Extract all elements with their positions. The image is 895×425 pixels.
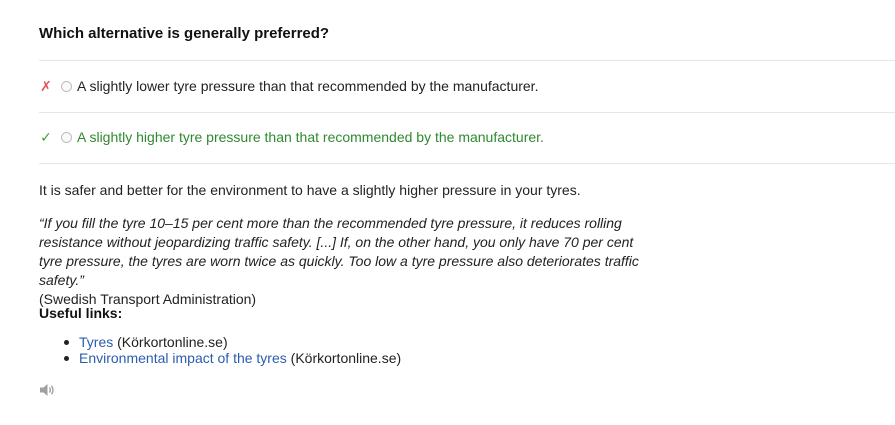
link-source: (Körkortonline.se)	[286, 350, 402, 366]
divider	[39, 112, 895, 113]
answer-option-2[interactable]: ✓ A slightly higher tyre pressure than t…	[39, 126, 544, 148]
question-title: Which alternative is generally preferred…	[39, 25, 330, 42]
tyres-link[interactable]: Tyres	[79, 334, 113, 350]
answer-text: A slightly higher tyre pressure than tha…	[77, 129, 544, 145]
answer-text: A slightly lower tyre pressure than that…	[77, 78, 539, 94]
useful-links-heading: Useful links:	[39, 305, 123, 321]
check-icon: ✓	[40, 128, 52, 145]
quote-text: “If you fill the tyre 10–15 per cent mor…	[39, 215, 639, 288]
radio-button[interactable]	[61, 80, 72, 92]
answer-option-1[interactable]: ✗ A slightly lower tyre pressure than th…	[39, 75, 538, 97]
list-item: Tyres (Körkortonline.se)	[63, 334, 401, 350]
explanation-text: It is safer and better for the environme…	[39, 182, 581, 198]
divider	[39, 163, 895, 164]
quote-block: “If you fill the tyre 10–15 per cent mor…	[39, 214, 659, 309]
divider	[39, 60, 895, 61]
link-source: (Körkortonline.se)	[113, 334, 228, 350]
list-item: Environmental impact of the tyres (Körko…	[63, 350, 401, 366]
useful-links-list: Tyres (Körkortonline.se) Environmental i…	[63, 334, 401, 366]
radio-button[interactable]	[61, 131, 72, 143]
speaker-icon[interactable]	[39, 383, 57, 397]
environmental-impact-link[interactable]: Environmental impact of the tyres	[79, 350, 287, 366]
cross-icon: ✗	[40, 77, 52, 94]
quote-source: (Swedish Transport Administration)	[39, 291, 257, 307]
